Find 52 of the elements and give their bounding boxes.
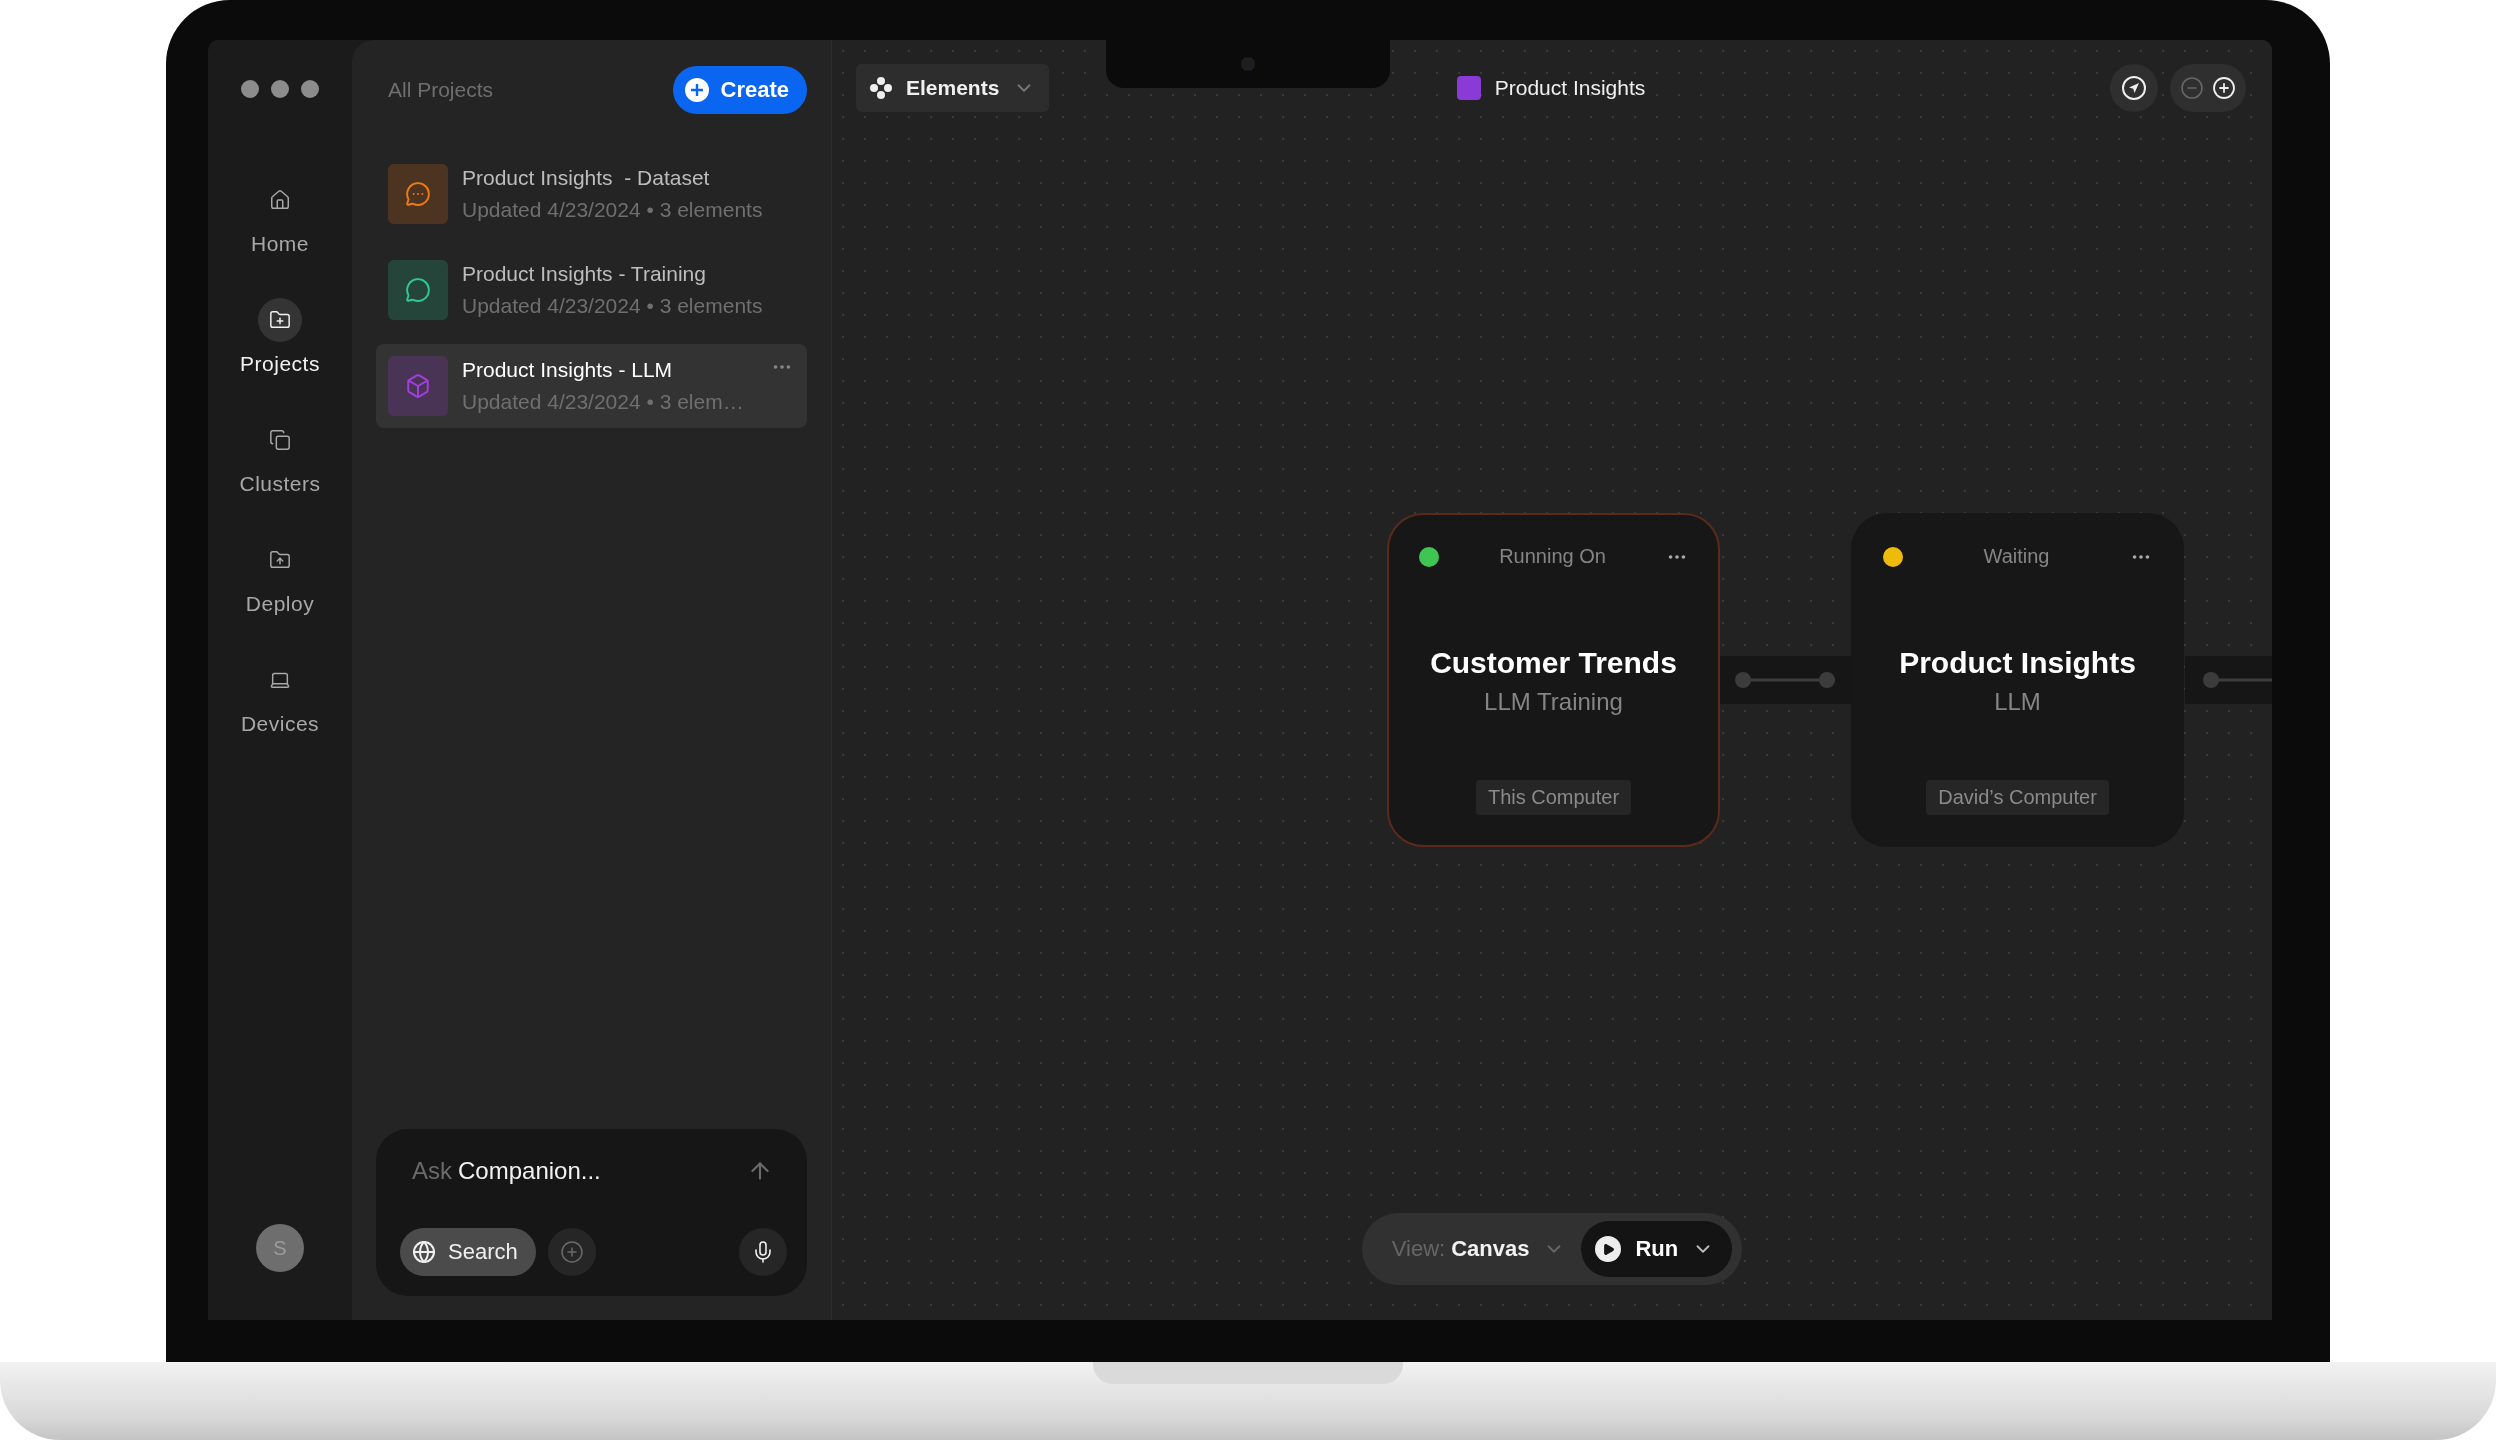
project-meta: Updated 4/23/2024 • 3 elements <box>462 198 763 222</box>
project-name: Product Insights <box>1494 76 1646 100</box>
node-title: Customer Trends <box>1430 646 1677 680</box>
folder-upload-icon <box>269 549 291 571</box>
nav-item[interactable]: Devices <box>240 658 320 778</box>
ask-text: Companion... <box>458 1157 601 1185</box>
node-title: Product Insights <box>1899 646 2136 680</box>
node-status: Waiting <box>1983 545 2050 568</box>
project-title: Product Insights - Training <box>462 262 707 286</box>
plus-icon <box>559 1240 584 1264</box>
nav-item[interactable]: Projects <box>240 298 320 418</box>
project-meta: Updated 4/23/2024 • 3 elem… <box>462 390 744 414</box>
minus-icon <box>2180 76 2204 100</box>
project-item[interactable]: Product Insights - Training Updated 4/23/2024 • 3 elements <box>376 248 807 332</box>
project-item[interactable]: Product Insights - LLM Updated 4/23/2024 • 3 elem… <box>376 344 807 428</box>
node-card[interactable]: Running On Customer Trends LLM Training This Computer <box>1387 513 1720 847</box>
globe-icon <box>412 1240 436 1264</box>
panel-title: All Projects <box>388 78 494 102</box>
node-subtitle: LLM <box>1994 688 2041 716</box>
project-meta: Updated 4/23/2024 • 3 elements <box>462 294 763 318</box>
node-status: Running On <box>1499 545 1606 568</box>
project-color-square <box>1456 76 1481 100</box>
node-subtitle: LLM Training <box>1484 688 1623 716</box>
create-button[interactable]: Create <box>672 66 807 114</box>
stacked-squares-icon <box>269 429 291 451</box>
plus-icon <box>2212 76 2236 100</box>
window-control[interactable] <box>271 80 289 98</box>
project-title: Product Insights - Dataset <box>462 166 711 190</box>
run-button[interactable]: Run <box>1581 1221 1733 1277</box>
home-icon <box>269 189 291 211</box>
node-card[interactable]: Waiting Product Insights LLM David’s Computer <box>1851 513 2184 847</box>
microphone-button[interactable] <box>739 1228 787 1276</box>
ask-field[interactable]: Ask Companion... <box>412 1157 601 1185</box>
four-dots-icon <box>870 77 892 99</box>
project-title: Product Insights - LLM <box>462 358 674 382</box>
device-tag: David’s Computer <box>1926 780 2109 815</box>
zoom-in-button[interactable] <box>2212 76 2236 100</box>
nav-item[interactable]: Home <box>251 178 309 298</box>
play-icon <box>1595 1236 1622 1262</box>
nav-item[interactable]: Deploy <box>245 538 315 658</box>
plus-icon <box>684 78 709 102</box>
navigate-button[interactable] <box>2110 64 2158 112</box>
add-button[interactable] <box>547 1228 596 1276</box>
device-tag: This Computer <box>1475 780 1632 815</box>
ask-label: Ask <box>412 1157 452 1185</box>
nav-item[interactable]: Clusters <box>239 418 321 538</box>
search-button[interactable]: Search <box>400 1228 536 1276</box>
project-item[interactable]: Product Insights - Dataset Updated 4/23/2024 • 3 elements <box>376 152 807 236</box>
window-control[interactable] <box>301 80 319 98</box>
window-control[interactable] <box>241 80 259 98</box>
elements-dropdown[interactable]: Elements <box>856 64 1050 112</box>
folder-plus-icon <box>269 309 291 331</box>
